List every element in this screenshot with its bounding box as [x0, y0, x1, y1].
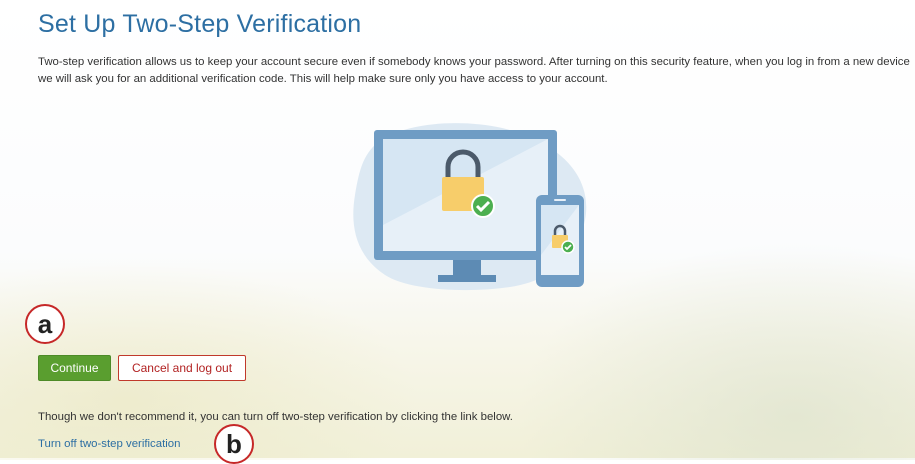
- continue-button[interactable]: Continue: [38, 355, 111, 381]
- annotation-marker-b: b: [214, 424, 254, 464]
- check-icon: [471, 194, 495, 218]
- cancel-and-logout-button[interactable]: Cancel and log out: [118, 355, 246, 381]
- page-title: Set Up Two-Step Verification: [38, 10, 362, 38]
- annotation-marker-a: a: [25, 304, 65, 344]
- phone-check-icon: [561, 240, 575, 254]
- page-description: Two-step verification allows us to keep …: [38, 56, 910, 85]
- two-step-illustration: [353, 123, 587, 291]
- turn-off-note: Though we don't recommend it, you can tu…: [38, 411, 513, 423]
- turn-off-two-step-link[interactable]: Turn off two-step verification: [38, 438, 180, 450]
